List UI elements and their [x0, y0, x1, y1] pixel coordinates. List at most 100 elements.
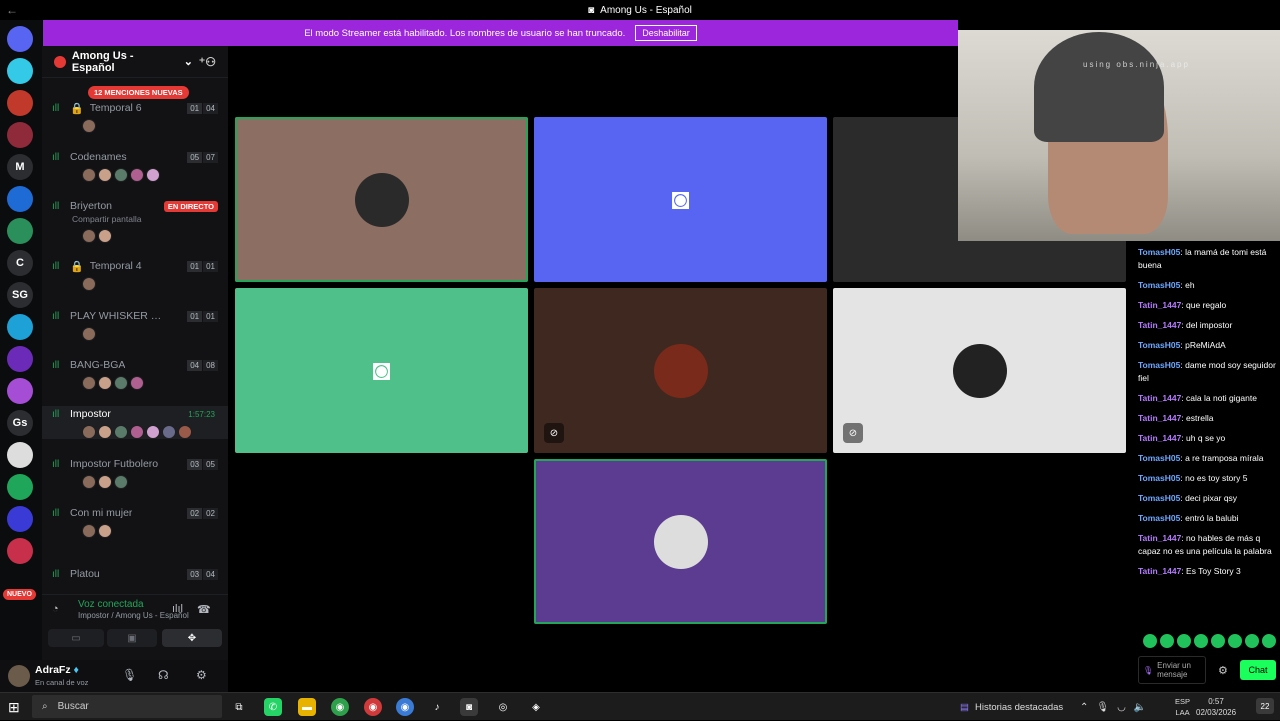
server-icon[interactable]: C — [7, 250, 33, 276]
emote-icon[interactable] — [1261, 634, 1276, 648]
app-icon[interactable]: ◈ — [527, 698, 545, 716]
avatar[interactable] — [98, 425, 112, 439]
server-icon[interactable] — [7, 26, 33, 52]
screen-share-button[interactable]: ▣ — [107, 629, 157, 647]
activities-button[interactable]: ✥ — [162, 629, 222, 647]
chat-username[interactable]: Tatin_1447 — [1138, 566, 1181, 576]
wifi-icon[interactable]: ◡ — [1117, 702, 1126, 713]
emote-icon[interactable] — [1159, 634, 1174, 648]
chat-username[interactable]: Tatin_1447 — [1138, 433, 1181, 443]
notification-badge[interactable]: 22 — [1256, 698, 1274, 714]
emote-icon[interactable] — [1210, 634, 1225, 648]
back-arrow-icon[interactable]: ← — [6, 3, 18, 17]
avatar[interactable] — [178, 425, 192, 439]
avatar[interactable] — [98, 376, 112, 390]
avatar[interactable] — [114, 425, 128, 439]
avatar[interactable] — [130, 425, 144, 439]
voice-channel[interactable]: ıll 🔒 Temporal 4 01 01 — [42, 258, 228, 291]
disconnect-icon[interactable]: ☎ — [197, 603, 211, 616]
avatar[interactable] — [82, 229, 96, 243]
server-icon[interactable] — [7, 122, 33, 148]
voice-channel[interactable]: ıll PLAY WHISKER W... 01 01 — [42, 308, 228, 341]
voice-channel[interactable]: ıll BANG-BGA 04 08 — [42, 357, 228, 390]
chat-username[interactable]: Tatin_1447 — [1138, 300, 1181, 310]
server-icon[interactable] — [7, 378, 33, 404]
chat-settings-gear-icon[interactable]: ⚙ — [1218, 664, 1228, 677]
file-explorer-icon[interactable]: ▬ — [298, 698, 316, 716]
chat-username[interactable]: TomasH05 — [1138, 453, 1180, 463]
avatar[interactable] — [98, 168, 112, 182]
server-icon[interactable]: M — [7, 154, 33, 180]
avatar[interactable] — [146, 425, 160, 439]
chrome-icon-2[interactable]: ◉ — [364, 698, 382, 716]
avatar[interactable] — [82, 475, 96, 489]
participant-tile[interactable] — [235, 117, 528, 282]
avatar[interactable] — [98, 229, 112, 243]
chat-username[interactable]: Tatin_1447 — [1138, 320, 1181, 330]
chrome-icon-1[interactable]: ◉ — [331, 698, 349, 716]
obs-icon[interactable]: ◎ — [494, 698, 512, 716]
chat-username[interactable]: TomasH05 — [1138, 513, 1180, 523]
clock[interactable]: 0:57 02/03/2026 — [1196, 696, 1236, 718]
server-icon[interactable] — [7, 474, 33, 500]
avatar[interactable] — [82, 376, 96, 390]
add-member-icon[interactable]: ⁺⚇ — [199, 55, 216, 69]
avatar[interactable] — [130, 168, 144, 182]
avatar[interactable] — [146, 168, 160, 182]
avatar[interactable] — [98, 524, 112, 538]
participant-tile[interactable]: ◙ — [235, 288, 528, 453]
mic-icon[interactable]: 🎙 — [1143, 666, 1153, 675]
avatar[interactable] — [130, 376, 144, 390]
avatar[interactable] — [82, 119, 96, 133]
taskbar-search[interactable]: ⌕ Buscar — [32, 695, 222, 718]
discord-taskbar-icon[interactable]: ◙ — [460, 698, 478, 716]
avatar[interactable] — [114, 475, 128, 489]
whatsapp-icon[interactable]: ✆ — [264, 698, 282, 716]
chat-username[interactable]: TomasH05 — [1138, 473, 1180, 483]
language-indicator[interactable]: ESP LAA — [1175, 696, 1190, 718]
chat-username[interactable]: Tatin_1447 — [1138, 413, 1181, 423]
avatar[interactable] — [82, 168, 96, 182]
server-icon[interactable] — [7, 58, 33, 84]
task-view-icon[interactable]: ⧉ — [230, 698, 248, 716]
guild-header[interactable]: Among Us - Español ⌄ ⁺⚇ — [42, 46, 228, 78]
chevron-up-icon[interactable]: ⌃ — [1080, 702, 1088, 713]
server-icon[interactable] — [7, 186, 33, 212]
avatar[interactable] — [82, 327, 96, 341]
voice-channel[interactable]: ıll Impostor 1:57:23 — [42, 406, 228, 439]
voice-channel[interactable]: ıll Impostor Futbolero 03 05 — [42, 456, 228, 489]
mic-tray-icon[interactable]: 🎙 — [1096, 702, 1109, 713]
server-icon[interactable] — [7, 442, 33, 468]
participant-tile[interactable]: ⊘ — [833, 288, 1126, 453]
avatar[interactable] — [114, 168, 128, 182]
avatar[interactable] — [8, 665, 30, 687]
chat-send-button[interactable]: Chat — [1240, 660, 1276, 680]
disable-streamer-mode-button[interactable]: Deshabilitar — [635, 25, 697, 41]
emote-icon[interactable] — [1244, 634, 1259, 648]
participant-tile[interactable] — [534, 459, 827, 624]
avatar[interactable] — [82, 524, 96, 538]
stories-widget[interactable]: ▤ Historias destacadas — [960, 693, 1063, 721]
chat-username[interactable]: TomasH05 — [1138, 493, 1180, 503]
tiktok-icon[interactable]: ♪ — [428, 698, 446, 716]
signal-icon[interactable]: ◔ — [52, 603, 59, 615]
headset-icon[interactable]: ☊ — [158, 668, 169, 682]
gear-icon[interactable]: ⚙ — [196, 668, 207, 682]
avatar[interactable] — [114, 376, 128, 390]
emote-icon[interactable] — [1227, 634, 1242, 648]
server-icon[interactable] — [7, 218, 33, 244]
chrome-icon-3[interactable]: ◉ — [396, 698, 414, 716]
server-icon[interactable] — [7, 90, 33, 116]
avatar[interactable] — [82, 425, 96, 439]
voice-channel[interactable]: ıll Con mi mujer 02 02 — [42, 505, 228, 538]
chat-username[interactable]: TomasH05 — [1138, 247, 1180, 257]
soundboard-icon[interactable]: ılıl — [172, 603, 183, 615]
server-icon[interactable]: Gs — [7, 410, 33, 436]
chat-username[interactable]: TomasH05 — [1138, 340, 1180, 350]
emote-icon[interactable] — [1142, 634, 1157, 648]
chat-username[interactable]: Tatin_1447 — [1138, 393, 1181, 403]
camera-button[interactable]: ▭ — [48, 629, 104, 647]
chat-input[interactable]: 🎙 Enviar un mensaje — [1138, 656, 1206, 684]
voice-channel[interactable]: ıll 🔒 Temporal 6 01 04 — [42, 100, 228, 133]
voice-channel[interactable]: ıll Briyerton EN DIRECTO Compartir pantalla — [42, 198, 228, 243]
